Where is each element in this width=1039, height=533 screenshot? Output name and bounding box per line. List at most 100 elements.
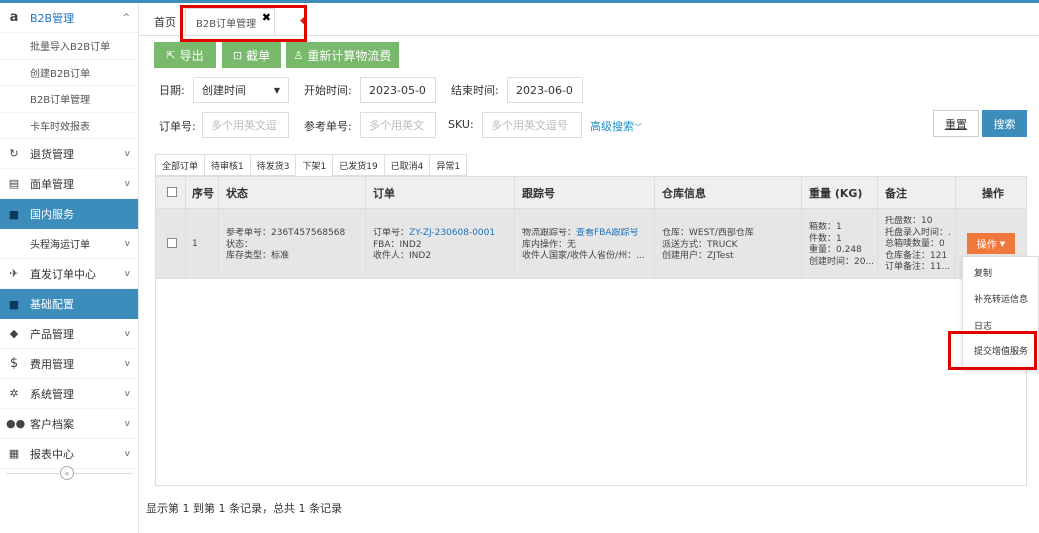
fba-text: FBA：IND2 [373, 239, 422, 250]
document-icon: ▤ [8, 177, 20, 190]
recalc-label: 重新计算物流费 [307, 48, 392, 63]
divider [654, 177, 655, 279]
sidebar-item-label: 报表中心 [30, 447, 74, 461]
ref-no-text: 参考单号：236T457568568 [226, 228, 346, 238]
menu-item-transfer-info[interactable]: 补充转运信息 [974, 292, 1028, 305]
end-time-input[interactable]: 2023-06-0 [507, 77, 583, 103]
sidebar-item-label: 国内服务 [30, 208, 74, 221]
sidebar-item-system[interactable]: ✲ 系统管理 v [0, 379, 138, 409]
table-icon: ▦ [8, 447, 20, 460]
lock-icon: ⊡ [232, 48, 243, 62]
chevron-down-icon: v [124, 268, 130, 279]
warehouse-remark-text: 仓库备注：121 [885, 250, 948, 261]
delivery-method-text: 派送方式：TRUCK [662, 239, 738, 250]
row-weight: 箱数：1 件数：1 重量：0.248 创建时间：20... [809, 222, 879, 268]
recalc-shipping-button[interactable]: ♙ 重新计算物流费 [286, 42, 399, 68]
pallet-count-text: 托盘数：10 [885, 216, 933, 226]
sidebar-item-fees[interactable]: $ 费用管理 v [0, 349, 138, 379]
divider [218, 177, 219, 279]
select-all-checkbox[interactable] [167, 187, 177, 197]
status-tabs: 全部订单 待审核1 待发货3 下架1 已发货19 已取消4 异常1 [155, 154, 468, 176]
sidebar-item-create-b2b[interactable]: 创建B2B订单 [0, 60, 138, 86]
sidebar-item-products[interactable]: ◆ 产品管理 v [0, 319, 138, 349]
col-index: 序号 [192, 187, 214, 200]
sidebar-item-base-config[interactable]: ■ 基础配置 [0, 289, 138, 319]
sidebar: a B2B管理 ^ 批量导入B2B订单 创建B2B订单 B2B订单管理 卡车时效… [0, 3, 139, 533]
receiver-text: 收件人：IND2 [373, 251, 432, 261]
folder-icon: ■ [8, 297, 20, 311]
chevron-down-icon: v [124, 358, 130, 369]
status-tab-offshelf[interactable]: 下架1 [295, 154, 333, 176]
divider [955, 177, 956, 279]
chevron-down-icon: v [124, 178, 130, 189]
row-remark: 托盘数：10 托盘录入时间：. 总箱唛数量：0 仓库备注：121 订单备注：11… [885, 216, 953, 274]
sidebar-item-sea-orders[interactable]: 头程海运订单 v [0, 229, 138, 259]
advanced-search-link[interactable]: 高级搜索﹀ [590, 118, 642, 134]
date-label: 日期: [159, 84, 185, 97]
sidebar-item-returns[interactable]: ↻ 退货管理 v [0, 139, 138, 169]
cut-order-button[interactable]: ⊡ 截单 [222, 42, 281, 68]
sidebar-item-batch-import[interactable]: 批量导入B2B订单 [0, 33, 138, 60]
sidebar-item-domestic[interactable]: ■ 国内服务 [0, 199, 138, 229]
sidebar-item-reports[interactable]: ▦ 报表中心 v [0, 439, 138, 469]
tracking-label: 物流跟踪号： [522, 228, 577, 238]
sidebar-item-customers[interactable]: ●● 客户档案 v [0, 409, 138, 439]
sidebar-item-label: B2B管理 [30, 11, 75, 25]
reset-button[interactable]: 重置 [933, 110, 979, 137]
row-order: 订单号：ZY-ZJ-230608-0001 FBA：IND2 收件人：IND2 [373, 228, 513, 263]
refresh-icon: ↻ [9, 147, 19, 160]
menu-item-copy[interactable]: 复制 [974, 266, 992, 279]
date-type-select[interactable]: 创建时间 ▼ [193, 77, 289, 103]
chevron-down-icon: v [124, 448, 130, 459]
export-button[interactable]: ⇱ 导出 [154, 42, 216, 68]
sidebar-item-labels[interactable]: ▤ 面单管理 v [0, 169, 138, 199]
status-tab-cancelled[interactable]: 已取消4 [383, 154, 430, 176]
search-button[interactable]: 搜索 [982, 110, 1027, 137]
amazon-icon: a [9, 10, 19, 25]
col-action: 操作 [982, 187, 1004, 200]
view-fba-tracking-link[interactable]: 查看FBA跟踪号 [576, 228, 639, 238]
sku-label: SKU: [448, 118, 474, 131]
chevron-down-icon: v [124, 418, 130, 429]
table-row[interactable]: 1 参考单号：236T457568568 状态： 库存类型：标准 订单号：ZY-… [156, 209, 1026, 279]
status-tab-pending-ship[interactable]: 待发货3 [249, 154, 296, 176]
divider [877, 177, 878, 279]
row-warehouse: 仓库：WEST/西部仓库 派送方式：TRUCK 创建用户：ZJTest [662, 228, 802, 263]
sidebar-item-label: 头程海运订单 [30, 240, 90, 251]
sidebar-item-direct-orders[interactable]: ✈ 直发订单中心 v [0, 259, 138, 289]
col-order: 订单 [373, 187, 395, 200]
caret-down-icon: ▼ [273, 85, 280, 95]
ref-no-input[interactable]: 多个用英文 [360, 112, 436, 138]
sidebar-item-b2b[interactable]: a B2B管理 ^ [0, 3, 138, 33]
row-checkbox[interactable] [167, 238, 177, 248]
col-warehouse: 仓库信息 [662, 187, 706, 200]
order-no-link[interactable]: ZY-ZJ-230608-0001 [409, 228, 495, 238]
sidebar-item-label: 退货管理 [30, 147, 74, 161]
status-tab-exception[interactable]: 异常1 [429, 154, 468, 176]
status-text: 状态： [226, 239, 254, 250]
cut-label: 截单 [246, 48, 271, 63]
order-no-input[interactable]: 多个用英文逗 [202, 112, 289, 138]
chevron-down-icon: v [124, 388, 130, 399]
sidebar-item-label: 基础配置 [30, 298, 74, 311]
col-tracking: 跟踪号 [522, 187, 555, 200]
advanced-search-label: 高级搜索 [590, 120, 634, 133]
end-time-label: 结束时间: [451, 84, 499, 97]
start-time-input[interactable]: 2023-05-0 [360, 77, 436, 103]
status-tab-pending-review[interactable]: 待审核1 [204, 154, 250, 176]
warehouse-text: 仓库：WEST/西部仓库 [662, 228, 754, 238]
collapse-sidebar-icon[interactable]: « [60, 466, 74, 480]
users-icon: ●● [6, 417, 26, 430]
sku-input[interactable]: 多个用英文逗号 [482, 112, 582, 138]
operation-dropdown-button[interactable]: 操作 ▼ [967, 233, 1015, 254]
tag-icon: ◆ [9, 327, 19, 340]
order-no-label: 订单号: [159, 120, 196, 133]
row-tracking: 物流跟踪号：查看FBA跟踪号 库内操作：无 收件人国家/收件人省份/州：... [522, 228, 652, 263]
sidebar-item-truck-report[interactable]: 卡车时效报表 [0, 113, 138, 139]
orders-table: 序号 状态 订单 跟踪号 仓库信息 重量 (KG) 备注 操作 1 参考单号：2… [155, 176, 1027, 486]
caret-down-icon: ▼ [999, 239, 1006, 248]
row-index: 1 [192, 239, 198, 249]
status-tab-shipped[interactable]: 已发货19 [332, 154, 384, 176]
status-tab-all[interactable]: 全部订单 [155, 154, 205, 176]
sidebar-item-b2b-orders[interactable]: B2B订单管理 [0, 86, 138, 113]
